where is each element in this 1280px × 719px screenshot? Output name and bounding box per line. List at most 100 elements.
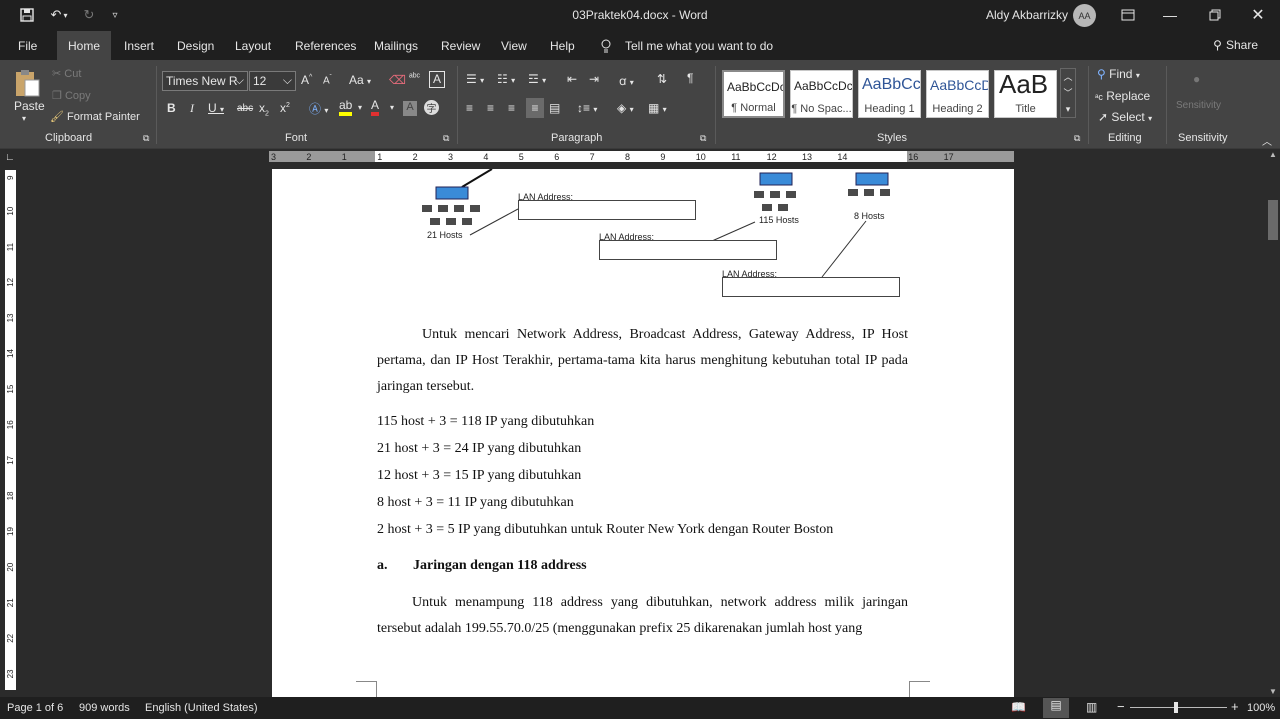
scroll-down-icon[interactable]: ▼	[1269, 687, 1277, 696]
paste-icon[interactable]	[13, 68, 41, 98]
lan-address-field[interactable]	[722, 277, 900, 297]
avatar[interactable]: AA	[1073, 4, 1096, 27]
text-effects-icon[interactable]: Ⓐ ▾	[309, 100, 328, 117]
style-normal[interactable]: AaBbCcDc ¶ Normal	[722, 70, 785, 118]
font-color-icon[interactable]: A	[371, 98, 380, 116]
zoom-slider-thumb[interactable]	[1174, 702, 1178, 713]
character-shading-icon[interactable]: A	[403, 101, 417, 116]
font-launcher-icon[interactable]: ⧉	[443, 133, 449, 144]
borders-icon[interactable]: ▦ ▾	[648, 101, 667, 115]
distributed-icon[interactable]: ▤	[549, 101, 560, 115]
web-layout-icon[interactable]: ▥	[1086, 700, 1097, 714]
chevron-down-icon[interactable]: ▾	[358, 103, 362, 112]
bullets-icon[interactable]: ☰ ▾	[466, 72, 484, 86]
font-size-combo[interactable]: 12 ⌵	[249, 71, 296, 91]
clipboard-launcher-icon[interactable]: ⧉	[143, 133, 149, 144]
style-heading-1[interactable]: AaBbCc Heading 1	[858, 70, 921, 118]
share-button[interactable]: ⚲ Share	[1213, 38, 1258, 52]
tell-me-search[interactable]: Tell me what you want to do	[625, 31, 773, 60]
scroll-thumb[interactable]	[1268, 200, 1278, 240]
zoom-slider[interactable]	[1130, 707, 1227, 708]
tab-mailings[interactable]: Mailings	[374, 31, 418, 60]
restore-icon[interactable]	[1203, 4, 1227, 26]
print-layout-icon[interactable]: ▤	[1043, 698, 1069, 718]
align-left-icon[interactable]: ≡	[466, 101, 473, 115]
minimize-icon[interactable]: —	[1158, 4, 1182, 26]
styles-scroll[interactable]: ︿ ﹀ ▾	[1060, 68, 1076, 118]
sensitivity-icon[interactable]: ●	[1193, 72, 1200, 86]
character-border-icon[interactable]: A	[429, 71, 445, 88]
read-mode-icon[interactable]: 📖	[1011, 700, 1026, 714]
cut-button[interactable]: ✂ Cut	[52, 67, 81, 80]
tab-home[interactable]: Home	[57, 31, 112, 60]
document-page[interactable]: LAN Address: LAN Address: LAN Address: 2…	[272, 169, 1014, 697]
multilevel-list-icon[interactable]: ☲ ▾	[528, 72, 546, 86]
sensitivity-button[interactable]: Sensitivity	[1176, 100, 1221, 111]
close-icon[interactable]: ✕	[1246, 4, 1270, 26]
tab-design[interactable]: Design	[177, 31, 214, 60]
word-count[interactable]: 909 words	[79, 702, 130, 714]
paragraph-launcher-icon[interactable]: ⧉	[700, 133, 706, 144]
scroll-up-icon[interactable]: ▲	[1269, 150, 1277, 159]
user-name[interactable]: Aldy Akbarrizky	[986, 8, 1068, 22]
ribbon-display-icon[interactable]	[1116, 4, 1140, 26]
phonetic-guide-icon[interactable]: ᵃᵇᶜ	[409, 72, 420, 83]
italic-icon[interactable]: I	[190, 101, 194, 116]
find-button[interactable]: ⚲ Find ▾	[1097, 67, 1140, 81]
tab-references[interactable]: References	[295, 31, 356, 60]
align-center-icon[interactable]: ≡	[487, 101, 494, 115]
collapse-ribbon-icon[interactable]: ︿	[1262, 133, 1272, 148]
copy-button[interactable]: ❐ Copy	[52, 89, 91, 102]
pilcrow-icon[interactable]: ¶	[687, 71, 693, 85]
tab-view[interactable]: View	[501, 31, 527, 60]
asian-layout-icon[interactable]: ꭤ ▾	[619, 72, 634, 89]
tab-layout[interactable]: Layout	[235, 31, 271, 60]
numbering-icon[interactable]: ☷ ▾	[497, 72, 515, 86]
zoom-out-icon[interactable]: −	[1117, 699, 1125, 714]
language-indicator[interactable]: English (United States)	[145, 702, 258, 714]
page-count[interactable]: Page 1 of 6	[7, 702, 63, 714]
tab-help[interactable]: Help	[550, 31, 575, 60]
underline-icon[interactable]: U ▾	[208, 101, 224, 115]
grow-font-icon[interactable]: A^	[301, 73, 312, 87]
chevron-down-icon[interactable]: ▾	[390, 103, 394, 112]
replace-button[interactable]: ᵃc Replace	[1095, 89, 1150, 103]
zoom-level[interactable]: 100%	[1247, 702, 1275, 714]
tab-file[interactable]: File	[18, 31, 37, 60]
highlight-icon[interactable]: ab	[339, 98, 353, 116]
superscript-icon[interactable]: x2	[280, 101, 290, 115]
justify-icon[interactable]: ≡	[526, 98, 544, 118]
bold-icon[interactable]: B	[167, 101, 176, 115]
lan-address-field[interactable]	[599, 240, 777, 260]
style-no-spacing[interactable]: AaBbCcDc ¶ No Spac...	[790, 70, 853, 118]
clear-formatting-icon[interactable]: ⌫	[389, 73, 406, 87]
paste-button[interactable]: Paste	[14, 99, 45, 113]
change-case-icon[interactable]: Aa ▾	[349, 73, 371, 87]
font-name-combo[interactable]: Times New R ⌵	[162, 71, 248, 91]
style-title[interactable]: AaB Title	[994, 70, 1057, 118]
styles-launcher-icon[interactable]: ⧉	[1074, 133, 1080, 144]
shading-icon[interactable]: ◈ ▾	[617, 101, 634, 115]
decrease-indent-icon[interactable]: ⇤	[567, 72, 577, 86]
zoom-in-icon[interactable]: +	[1231, 699, 1239, 714]
style-heading-2[interactable]: AaBbCcD Heading 2	[926, 70, 989, 118]
subscript-icon[interactable]: x2	[259, 101, 269, 117]
strikethrough-icon[interactable]: abc	[237, 103, 253, 114]
increase-indent-icon[interactable]: ⇥	[589, 72, 599, 86]
horizontal-ruler[interactable]: 3 2 1 1 2 3 4 5 6 7 8 9 10 11 12 13 14 16 17	[269, 151, 1014, 162]
lan-address-field[interactable]	[518, 200, 696, 220]
enclose-characters-icon[interactable]: 字	[424, 100, 439, 115]
select-button[interactable]: ➚ Select ▾	[1098, 110, 1152, 124]
line-spacing-icon[interactable]: ↕≡ ▾	[577, 101, 597, 115]
paste-dropdown-icon[interactable]: ▾	[22, 114, 26, 123]
sort-icon[interactable]: ⇅	[657, 72, 667, 86]
format-painter-button[interactable]: 🖌 Format Painter	[50, 110, 140, 123]
vertical-ruler[interactable]: 9 10 11 12 13 14 15 16 17 18 19 20 21 22 23	[5, 170, 16, 690]
tab-review[interactable]: Review	[441, 31, 480, 60]
align-right-icon[interactable]: ≡	[508, 101, 515, 115]
vertical-scrollbar[interactable]: ▲ ▼	[1266, 150, 1280, 696]
tab-insert[interactable]: Insert	[124, 31, 154, 60]
person-icon: ⚲	[1213, 38, 1222, 52]
shrink-font-icon[interactable]: Aˇ	[323, 75, 332, 86]
tab-selector[interactable]: ∟	[5, 152, 15, 163]
